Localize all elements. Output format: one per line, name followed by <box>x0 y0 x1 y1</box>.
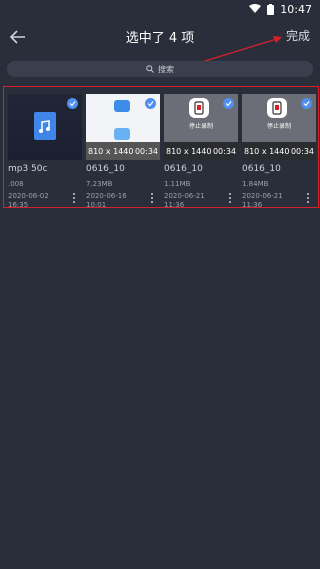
selected-check-icon[interactable] <box>67 98 78 109</box>
phone-record-icon <box>267 98 287 118</box>
file-thumbnail <box>8 94 82 160</box>
more-options-icon[interactable] <box>304 190 312 206</box>
selected-files-grid: mp3 50c .008 2020-06-02 16:35 810 x 1440… <box>3 86 319 209</box>
file-size: 1.11MB <box>164 180 191 188</box>
file-card[interactable]: mp3 50c .008 2020-06-02 16:35 <box>8 94 82 209</box>
done-button[interactable]: 完成 <box>286 27 310 44</box>
video-duration: 00:34 <box>290 146 314 156</box>
file-card[interactable]: 停止录制 810 x 1440 00:34 0616_10 1.11MB 202… <box>164 94 238 209</box>
video-meta: 810 x 1440 00:34 <box>242 144 316 158</box>
file-size: .008 <box>8 180 24 188</box>
more-options-icon[interactable] <box>226 190 234 206</box>
file-card[interactable]: 停止录制 810 x 1440 00:34 0616_10 1.84MB 202… <box>242 94 316 209</box>
app-logo-icon <box>114 100 130 112</box>
selected-check-icon[interactable] <box>301 98 312 109</box>
search-input[interactable]: 搜索 <box>7 61 313 77</box>
file-name: 0616_10 <box>242 164 281 174</box>
video-duration: 00:34 <box>212 146 236 156</box>
file-date: 2020-06-16 10:01 <box>86 192 127 209</box>
file-name: 0616_10 <box>164 164 203 174</box>
app-logo-icon <box>114 128 130 140</box>
file-name: 0616_10 <box>86 164 125 174</box>
video-resolution: 810 x 1440 <box>244 146 290 156</box>
video-duration: 00:34 <box>134 146 158 156</box>
search-placeholder: 搜索 <box>158 64 174 74</box>
more-options-icon[interactable] <box>70 190 78 206</box>
status-bar: 10:47 <box>0 0 320 18</box>
battery-icon <box>267 3 275 15</box>
file-date: 2020-06-21 11:36 <box>164 192 205 209</box>
selected-check-icon[interactable] <box>223 98 234 109</box>
video-thumbnail: 停止录制 810 x 1440 00:34 <box>242 94 316 160</box>
file-date: 2020-06-21 11:36 <box>242 192 283 209</box>
file-size: 1.84MB <box>242 180 269 188</box>
file-card[interactable]: 810 x 1440 00:34 0616_10 7.23MB 2020-06-… <box>86 94 160 209</box>
page-title: 选中了 4 项 <box>125 31 195 46</box>
status-time: 10:47 <box>280 2 312 16</box>
video-resolution: 810 x 1440 <box>88 146 134 156</box>
file-name: mp3 50c <box>8 164 48 174</box>
more-options-icon[interactable] <box>148 190 156 206</box>
file-date: 2020-06-02 16:35 <box>8 192 49 209</box>
search-icon <box>146 65 154 73</box>
video-resolution: 810 x 1440 <box>166 146 212 156</box>
audio-file-icon <box>34 112 56 140</box>
video-meta: 810 x 1440 00:34 <box>164 144 238 158</box>
video-thumbnail: 810 x 1440 00:34 <box>86 94 160 160</box>
top-bar: 选中了 4 项 完成 <box>0 18 320 56</box>
video-meta: 810 x 1440 00:34 <box>86 144 160 158</box>
selected-check-icon[interactable] <box>145 98 156 109</box>
recording-label: 停止录制 <box>266 123 291 130</box>
phone-record-icon <box>189 98 209 118</box>
video-thumbnail: 停止录制 810 x 1440 00:34 <box>164 94 238 160</box>
recording-label: 停止录制 <box>188 123 213 130</box>
wifi-icon <box>249 4 262 14</box>
file-size: 7.23MB <box>86 180 113 188</box>
